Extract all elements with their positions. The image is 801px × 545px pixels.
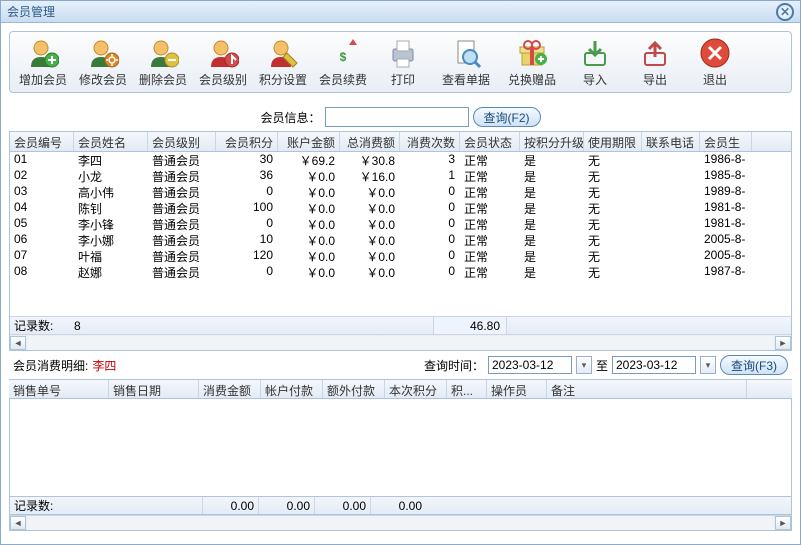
col-header[interactable]: 账户金额: [278, 132, 340, 151]
col-header[interactable]: 会员级别: [148, 132, 216, 151]
date-from-picker-icon[interactable]: ▾: [576, 356, 592, 374]
col-header[interactable]: 会员状态: [460, 132, 520, 151]
export-icon: [639, 37, 671, 69]
points-settings-button[interactable]: 积分设置: [254, 34, 312, 90]
col-header[interactable]: 销售日期: [109, 380, 199, 398]
exit-button[interactable]: 退出: [686, 34, 744, 90]
col-header[interactable]: 本次积分: [385, 380, 447, 398]
member-level-button[interactable]: 会员级别: [194, 34, 252, 90]
toolbar: 增加会员 修改会员 删除会员 会员级别 积分设置 $ 会员续费: [9, 31, 792, 93]
to-label: 至: [596, 357, 608, 374]
exit-icon: [699, 37, 731, 69]
print-button[interactable]: 打印: [374, 34, 432, 90]
table-row[interactable]: 05李小锋普通会员0￥0.0￥0.00正常是无1981-8-: [10, 216, 791, 232]
col-header[interactable]: 备注: [547, 380, 747, 398]
selected-member-name: 李四: [92, 357, 116, 374]
export-button[interactable]: 导出: [626, 34, 684, 90]
search-label: 会员信息：: [260, 109, 320, 126]
scroll-right-icon[interactable]: ►: [775, 516, 791, 530]
col-header[interactable]: 帐户付款: [261, 380, 323, 398]
date-to-picker-icon[interactable]: ▾: [700, 356, 716, 374]
detail-label: 会员消费明细:: [13, 357, 88, 374]
member-management-window: 会员管理 ✕ 增加会员 修改会员 删除会员 会员级别 积分设置: [0, 0, 801, 545]
delete-member-button[interactable]: 删除会员: [134, 34, 192, 90]
date-from-input[interactable]: 2023-03-12: [488, 356, 572, 374]
table-row[interactable]: 02小龙普通会员36￥0.0￥16.01正常是无1985-8-: [10, 168, 791, 184]
members-totals-row: 记录数: 8 46.80: [10, 316, 791, 334]
table-row[interactable]: 01李四普通会员30￥69.2￥30.83正常是无1986-8-: [10, 152, 791, 168]
view-bill-button[interactable]: 查看单据: [434, 34, 498, 90]
gift-icon: [516, 37, 548, 69]
col-header[interactable]: 销售单号: [9, 380, 109, 398]
col-header[interactable]: 额外付款: [323, 380, 385, 398]
scroll-right-icon[interactable]: ►: [775, 336, 791, 350]
user-delete-icon: [147, 37, 179, 69]
detail-h-scrollbar[interactable]: ◄ ►: [9, 515, 792, 531]
col-header[interactable]: 使用期限: [584, 132, 642, 151]
col-header[interactable]: 按积分升级: [520, 132, 584, 151]
money-icon: $: [327, 37, 359, 69]
member-search-input[interactable]: [325, 107, 469, 127]
window-title: 会员管理: [7, 3, 776, 20]
close-icon[interactable]: ✕: [776, 3, 794, 21]
col-header[interactable]: 积...: [447, 380, 487, 398]
col-header[interactable]: 会员编号: [10, 132, 74, 151]
col-header[interactable]: 操作员: [487, 380, 547, 398]
search-button[interactable]: 查询(F2): [473, 107, 541, 127]
col-header[interactable]: 联系电话: [642, 132, 700, 151]
add-member-button[interactable]: 增加会员: [14, 34, 72, 90]
table-row[interactable]: 08赵娜普通会员0￥0.0￥0.00正常是无1987-8-: [10, 264, 791, 280]
table-row[interactable]: 06李小娜普通会员10￥0.0￥0.00正常是无2005-8-: [10, 232, 791, 248]
table-row[interactable]: 07叶福普通会员120￥0.0￥0.00正常是无2005-8-: [10, 248, 791, 264]
members-grid-header: 会员编号会员姓名会员级别会员积分账户金额总消费额消费次数会员状态按积分升级使用期…: [10, 132, 791, 152]
totals-spend: 46.80: [433, 317, 507, 334]
user-add-icon: [27, 37, 59, 69]
renew-button[interactable]: $ 会员续费: [314, 34, 372, 90]
col-header[interactable]: 会员生: [700, 132, 752, 151]
svg-text:$: $: [340, 50, 347, 64]
import-button[interactable]: 导入: [566, 34, 624, 90]
titlebar: 会员管理 ✕: [1, 1, 800, 23]
h-scrollbar[interactable]: ◄ ►: [10, 334, 791, 350]
date-to-input[interactable]: 2023-03-12: [612, 356, 696, 374]
detail-totals-row: 记录数: 0.00 0.00 0.00 0.00: [9, 497, 792, 515]
points-icon: [267, 37, 299, 69]
col-header[interactable]: 总消费额: [340, 132, 400, 151]
printer-icon: [387, 37, 419, 69]
detail-grid-body[interactable]: [9, 399, 792, 497]
col-header[interactable]: 消费金额: [199, 380, 261, 398]
detail-filter-row: 会员消费明细: 李四 查询时间： 2023-03-12 ▾ 至 2023-03-…: [1, 351, 800, 379]
members-grid-body[interactable]: 01李四普通会员30￥69.2￥30.83正常是无1986-8-02小龙普通会员…: [10, 152, 791, 316]
search-row: 会员信息： 查询(F2): [1, 101, 800, 131]
import-icon: [579, 37, 611, 69]
scroll-left-icon[interactable]: ◄: [10, 516, 26, 530]
scroll-left-icon[interactable]: ◄: [10, 336, 26, 350]
user-level-icon: [207, 37, 239, 69]
col-header[interactable]: 会员姓名: [74, 132, 148, 151]
redeem-gift-button[interactable]: 兑换赠品: [500, 34, 564, 90]
detail-search-button[interactable]: 查询(F3): [720, 355, 788, 375]
col-header[interactable]: 消费次数: [400, 132, 460, 151]
table-row[interactable]: 04陈钊普通会员100￥0.0￥0.00正常是无1981-8-: [10, 200, 791, 216]
detail-grid-header: 销售单号销售日期消费金额帐户付款额外付款本次积分积...操作员备注: [9, 379, 792, 399]
col-header[interactable]: 会员积分: [216, 132, 278, 151]
time-label: 查询时间：: [424, 357, 484, 374]
table-row[interactable]: 03高小伟普通会员0￥0.0￥0.00正常是无1989-8-: [10, 184, 791, 200]
user-edit-icon: [87, 37, 119, 69]
members-grid: 会员编号会员姓名会员级别会员积分账户金额总消费额消费次数会员状态按积分升级使用期…: [9, 131, 792, 351]
search-doc-icon: [450, 37, 482, 69]
edit-member-button[interactable]: 修改会员: [74, 34, 132, 90]
